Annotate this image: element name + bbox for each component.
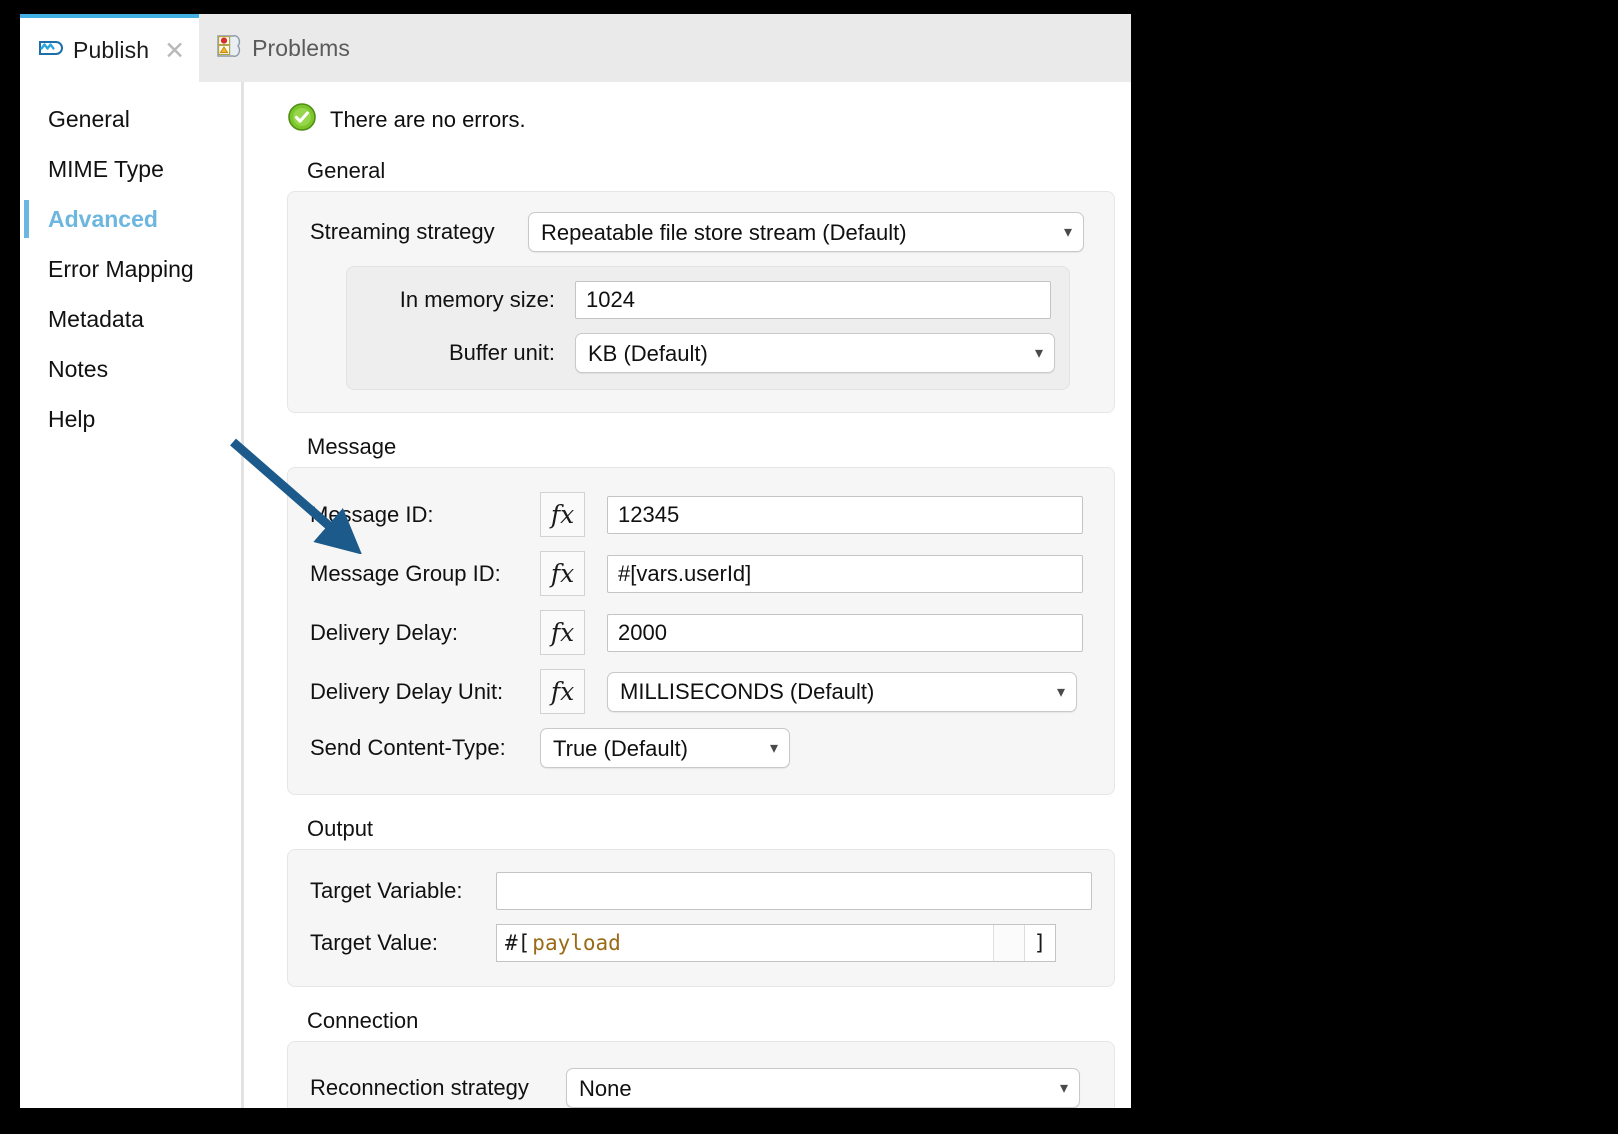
sidebar-item-advanced[interactable]: Advanced [20, 194, 241, 244]
settings-sidebar: General MIME Type Advanced Error Mapping… [20, 82, 244, 1108]
reconnection-strategy-select-wrap: None ▾ [566, 1068, 1080, 1108]
message-id-label: Message ID: [310, 502, 540, 528]
send-content-type-select[interactable]: True (Default) [540, 728, 790, 768]
send-content-type-select-wrap: True (Default) ▾ [540, 728, 790, 768]
section-title-output: Output [307, 816, 1131, 842]
fx-expression-icon[interactable]: fx [540, 610, 585, 655]
reconnection-strategy-label: Reconnection strategy [310, 1075, 566, 1101]
fx-expression-icon[interactable]: fx [540, 492, 585, 537]
delivery-delay-unit-label: Delivery Delay Unit: [310, 679, 540, 705]
streaming-strategy-select-wrap: Repeatable file store stream (Default) ▾ [528, 212, 1084, 252]
target-value-row: Target Value: #[ payload ] [310, 924, 1092, 962]
sidebar-item-label: Help [48, 406, 95, 433]
send-content-type-row: Send Content-Type: True (Default) ▾ [310, 728, 1092, 768]
sidebar-item-error-mapping[interactable]: Error Mapping [20, 244, 241, 294]
tab-problems-label: Problems [252, 35, 350, 62]
buffer-unit-label: Buffer unit: [365, 340, 575, 366]
sidebar-item-metadata[interactable]: Metadata [20, 294, 241, 344]
tab-publish[interactable]: Publish ✕ [20, 14, 199, 82]
delivery-delay-label: Delivery Delay: [310, 620, 540, 646]
success-check-icon [287, 102, 317, 137]
expression-token-payload: payload [532, 931, 621, 955]
jms-publish-icon [36, 34, 64, 67]
expression-open-delimiter: #[ [505, 931, 530, 955]
section-title-message: Message [307, 434, 1131, 460]
sidebar-item-label: Error Mapping [48, 256, 194, 283]
target-value-expression-field[interactable]: #[ payload ] [496, 924, 1056, 962]
problems-view-icon [215, 32, 243, 65]
section-title-general: General [307, 158, 1131, 184]
publish-config-window: Publish ✕ Problems General MIME Type Adv… [20, 14, 1131, 1108]
sidebar-item-mime-type[interactable]: MIME Type [20, 144, 241, 194]
sidebar-item-label: Notes [48, 356, 108, 383]
send-content-type-label: Send Content-Type: [310, 735, 540, 761]
message-group-id-label: Message Group ID: [310, 561, 540, 587]
delivery-delay-unit-row: Delivery Delay Unit: fx MILLISECONDS (De… [310, 669, 1092, 714]
target-variable-input[interactable] [496, 872, 1092, 910]
expression-close-delimiter: ] [1024, 925, 1055, 961]
output-panel: Target Variable: Target Value: #[ payloa… [287, 849, 1115, 987]
sidebar-item-label: Metadata [48, 306, 144, 333]
streaming-strategy-row: Streaming strategy Repeatable file store… [310, 212, 1092, 252]
message-id-row: Message ID: fx [310, 492, 1092, 537]
reconnection-strategy-row: Reconnection strategy None ▾ [310, 1068, 1092, 1108]
fx-expression-icon[interactable]: fx [540, 551, 585, 596]
target-value-label: Target Value: [310, 930, 496, 956]
target-value-expression-text[interactable]: #[ payload [497, 925, 993, 961]
streaming-strategy-label: Streaming strategy [310, 219, 528, 245]
message-id-input[interactable] [607, 496, 1083, 534]
delivery-delay-unit-select-wrap: MILLISECONDS (Default) ▾ [607, 672, 1077, 712]
message-panel: Message ID: fx Message Group ID: fx Deli… [287, 467, 1115, 795]
validation-status: There are no errors. [287, 102, 1131, 137]
close-icon[interactable]: ✕ [164, 38, 185, 63]
message-group-id-input[interactable] [607, 555, 1083, 593]
message-group-id-row: Message Group ID: fx [310, 551, 1092, 596]
reconnection-strategy-select[interactable]: None [566, 1068, 1080, 1108]
in-memory-size-row: In memory size: [365, 281, 1051, 319]
delivery-delay-unit-select[interactable]: MILLISECONDS (Default) [607, 672, 1077, 712]
in-memory-size-input[interactable] [575, 281, 1051, 319]
sidebar-item-label: General [48, 106, 130, 133]
in-memory-size-label: In memory size: [365, 287, 575, 313]
section-title-connection: Connection [307, 1008, 1131, 1034]
delivery-delay-input[interactable] [607, 614, 1083, 652]
sidebar-item-notes[interactable]: Notes [20, 344, 241, 394]
target-variable-label: Target Variable: [310, 878, 496, 904]
status-text: There are no errors. [330, 107, 526, 133]
buffer-unit-select[interactable]: KB (Default) [575, 333, 1055, 373]
connection-panel: Reconnection strategy None ▾ [287, 1041, 1115, 1108]
streaming-strategy-select[interactable]: Repeatable file store stream (Default) [528, 212, 1084, 252]
delivery-delay-row: Delivery Delay: fx [310, 610, 1092, 655]
buffer-unit-row: Buffer unit: KB (Default) ▾ [365, 333, 1051, 373]
expression-spacer [993, 925, 1024, 961]
target-variable-row: Target Variable: [310, 872, 1092, 910]
sidebar-item-help[interactable]: Help [20, 394, 241, 444]
advanced-settings-pane: There are no errors. General Streaming s… [247, 82, 1131, 1108]
sidebar-item-label: MIME Type [48, 156, 164, 183]
editor-tab-bar: Publish ✕ Problems [20, 14, 1131, 82]
streaming-buffer-subpanel: In memory size: Buffer unit: KB (Default… [346, 266, 1070, 390]
sidebar-item-label: Advanced [48, 206, 158, 233]
buffer-unit-select-wrap: KB (Default) ▾ [575, 333, 1055, 373]
tab-publish-label: Publish [73, 37, 149, 64]
fx-expression-icon[interactable]: fx [540, 669, 585, 714]
general-panel: Streaming strategy Repeatable file store… [287, 191, 1115, 413]
sidebar-item-general[interactable]: General [20, 94, 241, 144]
tab-problems[interactable]: Problems [199, 14, 364, 82]
